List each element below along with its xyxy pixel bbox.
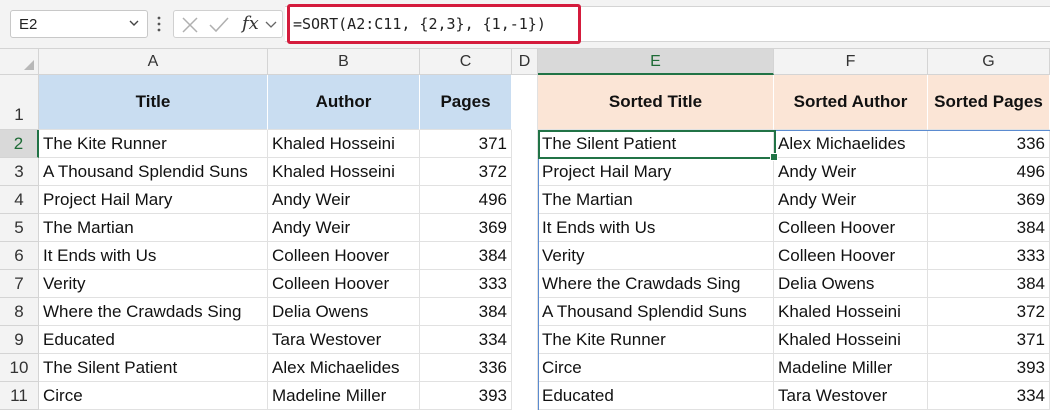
cell-sorted-pages[interactable]: 336	[928, 130, 1050, 158]
cell-sorted-title[interactable]: A Thousand Splendid Suns	[538, 298, 774, 326]
header-cell-sorted-title[interactable]: Sorted Title	[538, 75, 774, 130]
column-header-g[interactable]: G	[928, 49, 1050, 75]
formula-bar-area: E2 fx =SORT(A2:C11, {2,3}, {1,-1})	[0, 0, 1050, 49]
cell-title[interactable]: The Martian	[39, 214, 268, 242]
fill-handle[interactable]	[770, 153, 778, 161]
select-all-icon	[24, 60, 34, 70]
cell-sorted-pages[interactable]: 393	[928, 354, 1050, 382]
cell-sorted-author[interactable]: Colleen Hoover	[774, 242, 928, 270]
cell-sorted-title[interactable]: Project Hail Mary	[538, 158, 774, 186]
header-cell-author[interactable]: Author	[268, 75, 420, 130]
cell-pages[interactable]: 384	[420, 298, 512, 326]
cell-pages[interactable]: 496	[420, 186, 512, 214]
cell-author[interactable]: Andy Weir	[268, 186, 420, 214]
name-box[interactable]: E2	[10, 10, 148, 38]
row-header-8[interactable]: 8	[0, 298, 39, 326]
cell-author[interactable]: Tara Westover	[268, 326, 420, 354]
row-header-6[interactable]: 6	[0, 242, 39, 270]
cell-sorted-title[interactable]: Verity	[538, 242, 774, 270]
row-header-4[interactable]: 4	[0, 186, 39, 214]
column-header-f[interactable]: F	[774, 49, 928, 75]
column-d-cells[interactable]	[512, 75, 538, 410]
cancel-icon[interactable]	[180, 15, 200, 35]
column-header-e[interactable]: E	[538, 49, 774, 75]
row-header-1[interactable]: 1	[0, 75, 39, 130]
cell-pages[interactable]: 372	[420, 158, 512, 186]
cell-pages[interactable]: 334	[420, 326, 512, 354]
cell-author[interactable]: Delia Owens	[268, 298, 420, 326]
cell-sorted-pages[interactable]: 371	[928, 326, 1050, 354]
cell-sorted-author[interactable]: Andy Weir	[774, 186, 928, 214]
cell-title[interactable]: Project Hail Mary	[39, 186, 268, 214]
cell-author[interactable]: Alex Michaelides	[268, 354, 420, 382]
row-header-3[interactable]: 3	[0, 158, 39, 186]
cell-pages[interactable]: 336	[420, 354, 512, 382]
cell-sorted-title[interactable]: Circe	[538, 354, 774, 382]
header-cell-sorted-pages[interactable]: Sorted Pages	[928, 75, 1050, 130]
cell-pages[interactable]: 333	[420, 270, 512, 298]
cell-title[interactable]: Circe	[39, 382, 268, 410]
column-header-a[interactable]: A	[39, 49, 268, 75]
cell-sorted-author[interactable]: Khaled Hosseini	[774, 326, 928, 354]
fx-icon[interactable]: fx	[242, 13, 259, 34]
formula-controls: fx	[173, 10, 283, 38]
cell-title[interactable]: Where the Crawdads Sing	[39, 298, 268, 326]
cell-title[interactable]: A Thousand Splendid Suns	[39, 158, 268, 186]
chevron-down-icon[interactable]	[127, 16, 141, 30]
cell-sorted-title[interactable]: It Ends with Us	[538, 214, 774, 242]
cell-pages[interactable]: 393	[420, 382, 512, 410]
row-header-10[interactable]: 10	[0, 354, 39, 382]
cell-sorted-title[interactable]: Where the Crawdads Sing	[538, 270, 774, 298]
column-header-d[interactable]: D	[512, 49, 538, 75]
cell-sorted-pages[interactable]: 372	[928, 298, 1050, 326]
cell-author[interactable]: Andy Weir	[268, 214, 420, 242]
column-header-c[interactable]: C	[420, 49, 512, 75]
cell-sorted-pages[interactable]: 333	[928, 242, 1050, 270]
enter-icon[interactable]	[208, 15, 230, 35]
cell-sorted-pages[interactable]: 496	[928, 158, 1050, 186]
cell-sorted-pages[interactable]: 384	[928, 270, 1050, 298]
cell-sorted-author[interactable]: Alex Michaelides	[774, 130, 928, 158]
cell-sorted-title[interactable]: The Martian	[538, 186, 774, 214]
select-all-button[interactable]	[0, 49, 39, 75]
cell-pages[interactable]: 384	[420, 242, 512, 270]
cell-sorted-author[interactable]: Andy Weir	[774, 158, 928, 186]
cell-sorted-pages[interactable]: 369	[928, 186, 1050, 214]
cell-sorted-author[interactable]: Madeline Miller	[774, 354, 928, 382]
cell-title[interactable]: It Ends with Us	[39, 242, 268, 270]
row-header-5[interactable]: 5	[0, 214, 39, 242]
cell-sorted-title[interactable]: The Kite Runner	[538, 326, 774, 354]
cell-title[interactable]: The Silent Patient	[39, 354, 268, 382]
cell-author[interactable]: Madeline Miller	[268, 382, 420, 410]
cell-sorted-author[interactable]: Tara Westover	[774, 382, 928, 410]
active-cell-selection[interactable]	[538, 130, 778, 161]
cell-pages[interactable]: 369	[420, 214, 512, 242]
header-cell-title[interactable]: Title	[39, 75, 268, 130]
cell-sorted-author[interactable]: Colleen Hoover	[774, 214, 928, 242]
cell-author[interactable]: Khaled Hosseini	[268, 130, 420, 158]
name-box-value: E2	[19, 16, 38, 33]
cell-sorted-pages[interactable]: 334	[928, 382, 1050, 410]
row-header-11[interactable]: 11	[0, 382, 39, 410]
row-header-9[interactable]: 9	[0, 326, 39, 354]
more-options-icon[interactable]	[155, 12, 163, 36]
cell-sorted-author[interactable]: Delia Owens	[774, 270, 928, 298]
column-header-b[interactable]: B	[268, 49, 420, 75]
cell-title[interactable]: Verity	[39, 270, 268, 298]
cell-pages[interactable]: 371	[420, 130, 512, 158]
formula-highlight-box	[287, 4, 581, 44]
cell-sorted-pages[interactable]: 384	[928, 214, 1050, 242]
cell-title[interactable]: The Kite Runner	[39, 130, 268, 158]
row-header-2[interactable]: 2	[0, 130, 39, 158]
cell-title[interactable]: Educated	[39, 326, 268, 354]
row-header-7[interactable]: 7	[0, 270, 39, 298]
cell-sorted-author[interactable]: Khaled Hosseini	[774, 298, 928, 326]
header-cell-pages[interactable]: Pages	[420, 75, 512, 130]
chevron-down-icon[interactable]	[264, 19, 278, 31]
header-cell-sorted-author[interactable]: Sorted Author	[774, 75, 928, 130]
cell-sorted-title[interactable]: Educated	[538, 382, 774, 410]
cell-author[interactable]: Colleen Hoover	[268, 242, 420, 270]
cell-author[interactable]: Khaled Hosseini	[268, 158, 420, 186]
cell-author[interactable]: Colleen Hoover	[268, 270, 420, 298]
